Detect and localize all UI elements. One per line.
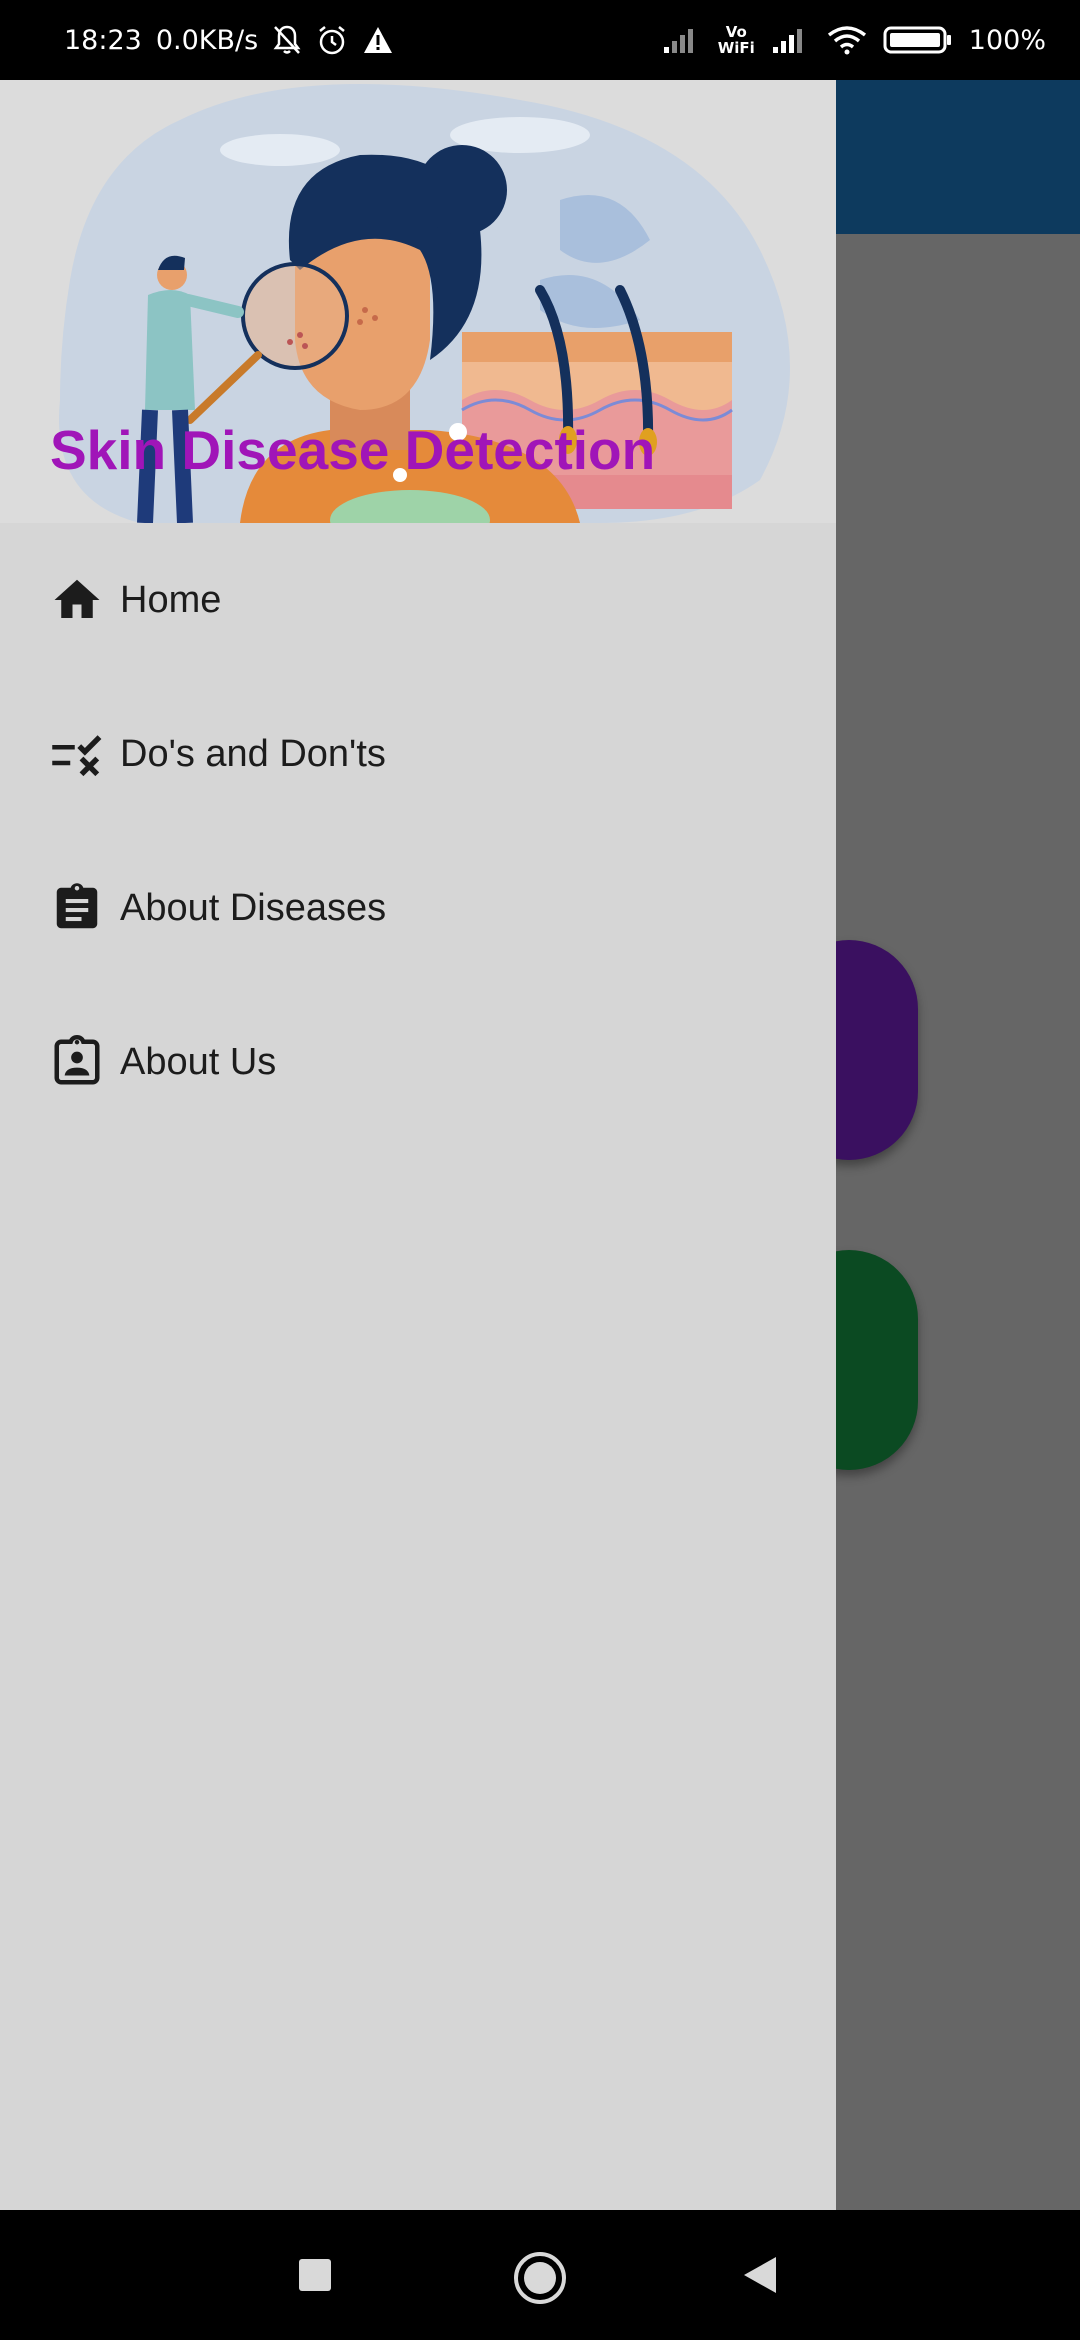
drawer-item-about-us[interactable]: About Us xyxy=(0,985,836,1139)
status-speed: 0.0KB/s xyxy=(155,24,259,56)
signal-icon xyxy=(771,25,811,55)
mute-bell-icon xyxy=(272,24,302,56)
recents-square-icon[interactable] xyxy=(295,2255,335,2295)
signal-icon xyxy=(662,25,702,55)
wifi-icon xyxy=(827,25,867,55)
navigation-drawer: Skin Disease Detection Home Do's and Don… xyxy=(0,80,836,2210)
back-triangle-icon[interactable] xyxy=(740,2254,780,2296)
drawer-item-dos-and-donts[interactable]: Do's and Don'ts xyxy=(0,677,836,831)
vowifi-top: Vo xyxy=(725,23,747,41)
drawer-item-label: About Diseases xyxy=(120,886,387,929)
drawer-item-about-diseases[interactable]: About Diseases xyxy=(0,831,836,985)
drawer-menu: Home Do's and Don'ts About Diseases Abou… xyxy=(0,523,836,1139)
alarm-icon xyxy=(316,24,348,56)
system-nav-bar xyxy=(0,2210,1080,2340)
checklist-icon xyxy=(50,727,104,781)
battery-percent: 100% xyxy=(968,24,1046,56)
app-bar xyxy=(836,80,1080,234)
warning-icon xyxy=(362,25,394,55)
home-circle-icon[interactable] xyxy=(512,2250,568,2306)
clipboard-icon xyxy=(50,881,104,935)
drawer-header: Skin Disease Detection xyxy=(0,80,836,523)
drawer-item-label: About Us xyxy=(120,1040,277,1083)
contact-card-icon xyxy=(50,1035,104,1089)
home-icon xyxy=(50,573,104,627)
battery-icon xyxy=(883,25,953,55)
vowifi-bottom: WiFi xyxy=(717,39,755,57)
status-time: 18:23 xyxy=(64,24,142,56)
drawer-item-label: Do's and Don'ts xyxy=(120,732,386,775)
drawer-item-label: Home xyxy=(120,578,222,621)
drawer-item-home[interactable]: Home xyxy=(0,523,836,677)
drawer-header-title: Skin Disease Detection xyxy=(50,419,656,481)
vowifi-icon: Vo WiFi xyxy=(718,24,755,56)
status-bar: 18:23 0.0KB/s Vo WiFi 100% xyxy=(0,0,1080,80)
